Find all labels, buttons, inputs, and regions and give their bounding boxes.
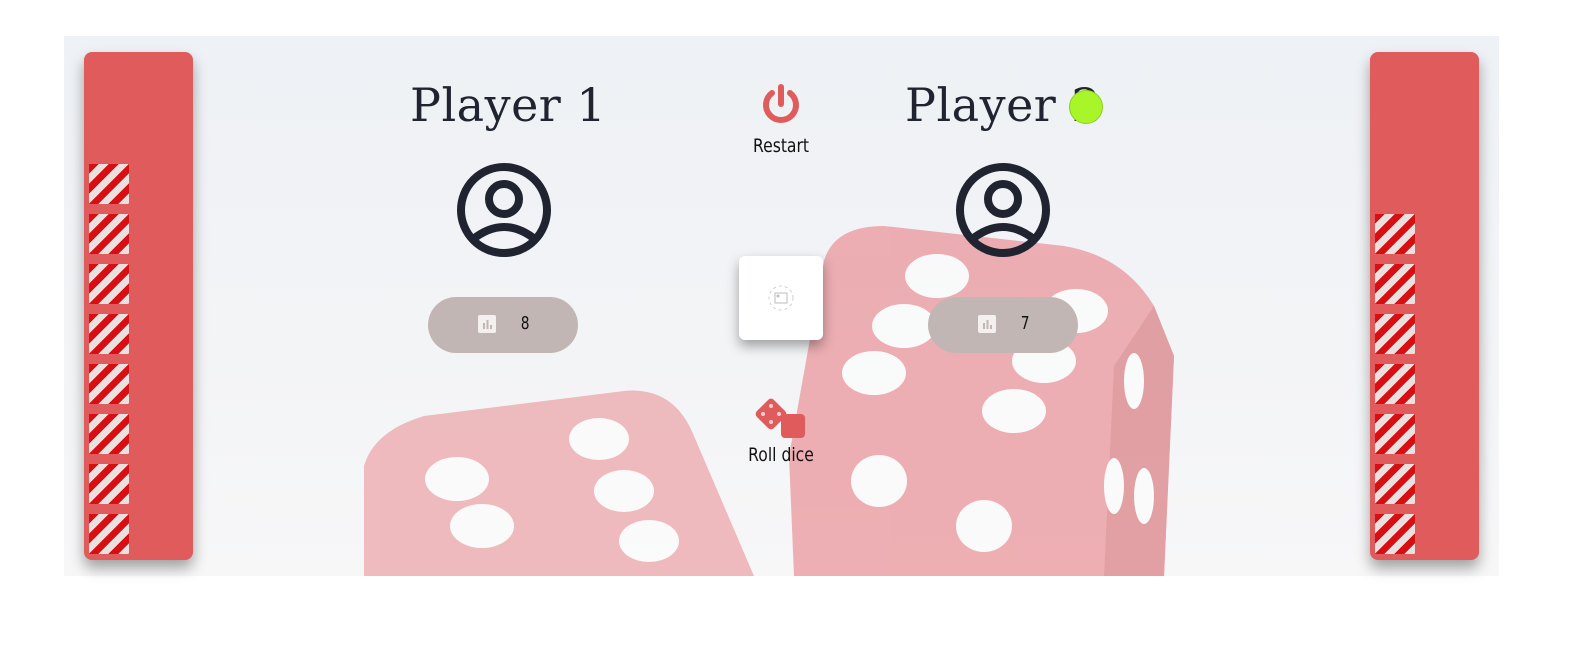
- health-block: [89, 364, 129, 404]
- user-circle-icon: [956, 163, 1050, 257]
- health-block: [89, 264, 129, 304]
- player-1-score-value: 8: [520, 313, 530, 334]
- health-block: [89, 514, 129, 554]
- roll-dice-label: Roll dice: [748, 444, 814, 466]
- bar-chart-icon: [978, 315, 996, 333]
- health-block: [89, 414, 129, 454]
- player-2-health-bar: [1370, 52, 1479, 560]
- health-block: [1375, 414, 1415, 454]
- player-1-name: Player 1: [410, 78, 607, 132]
- health-block: [1375, 264, 1415, 304]
- health-block: [89, 164, 129, 204]
- dice-result: [739, 256, 823, 340]
- bar-chart-icon: [478, 315, 496, 333]
- health-block: [89, 214, 129, 254]
- player-2-score-value: 7: [1020, 313, 1030, 334]
- dice-icon: [755, 398, 805, 438]
- health-block: [1375, 314, 1415, 354]
- player-2-health-blocks: [1375, 204, 1415, 554]
- player-1-health-blocks: [89, 154, 129, 554]
- roll-dice-button[interactable]: Roll dice: [736, 396, 826, 471]
- health-block: [1375, 214, 1415, 254]
- restart-button[interactable]: Restart: [746, 80, 816, 160]
- restart-label: Restart: [752, 135, 809, 157]
- health-block: [1375, 364, 1415, 404]
- health-block: [1375, 514, 1415, 554]
- power-icon: [763, 84, 799, 123]
- player-1-health-bar: [84, 52, 193, 560]
- active-player-indicator: [1069, 90, 1103, 124]
- health-block: [89, 314, 129, 354]
- image-placeholder-icon: [768, 285, 794, 311]
- user-circle-icon: [457, 163, 551, 257]
- player-1-score: 8: [428, 297, 578, 353]
- health-block: [89, 464, 129, 504]
- health-block: [1375, 464, 1415, 504]
- player-2-score: 7: [928, 297, 1078, 353]
